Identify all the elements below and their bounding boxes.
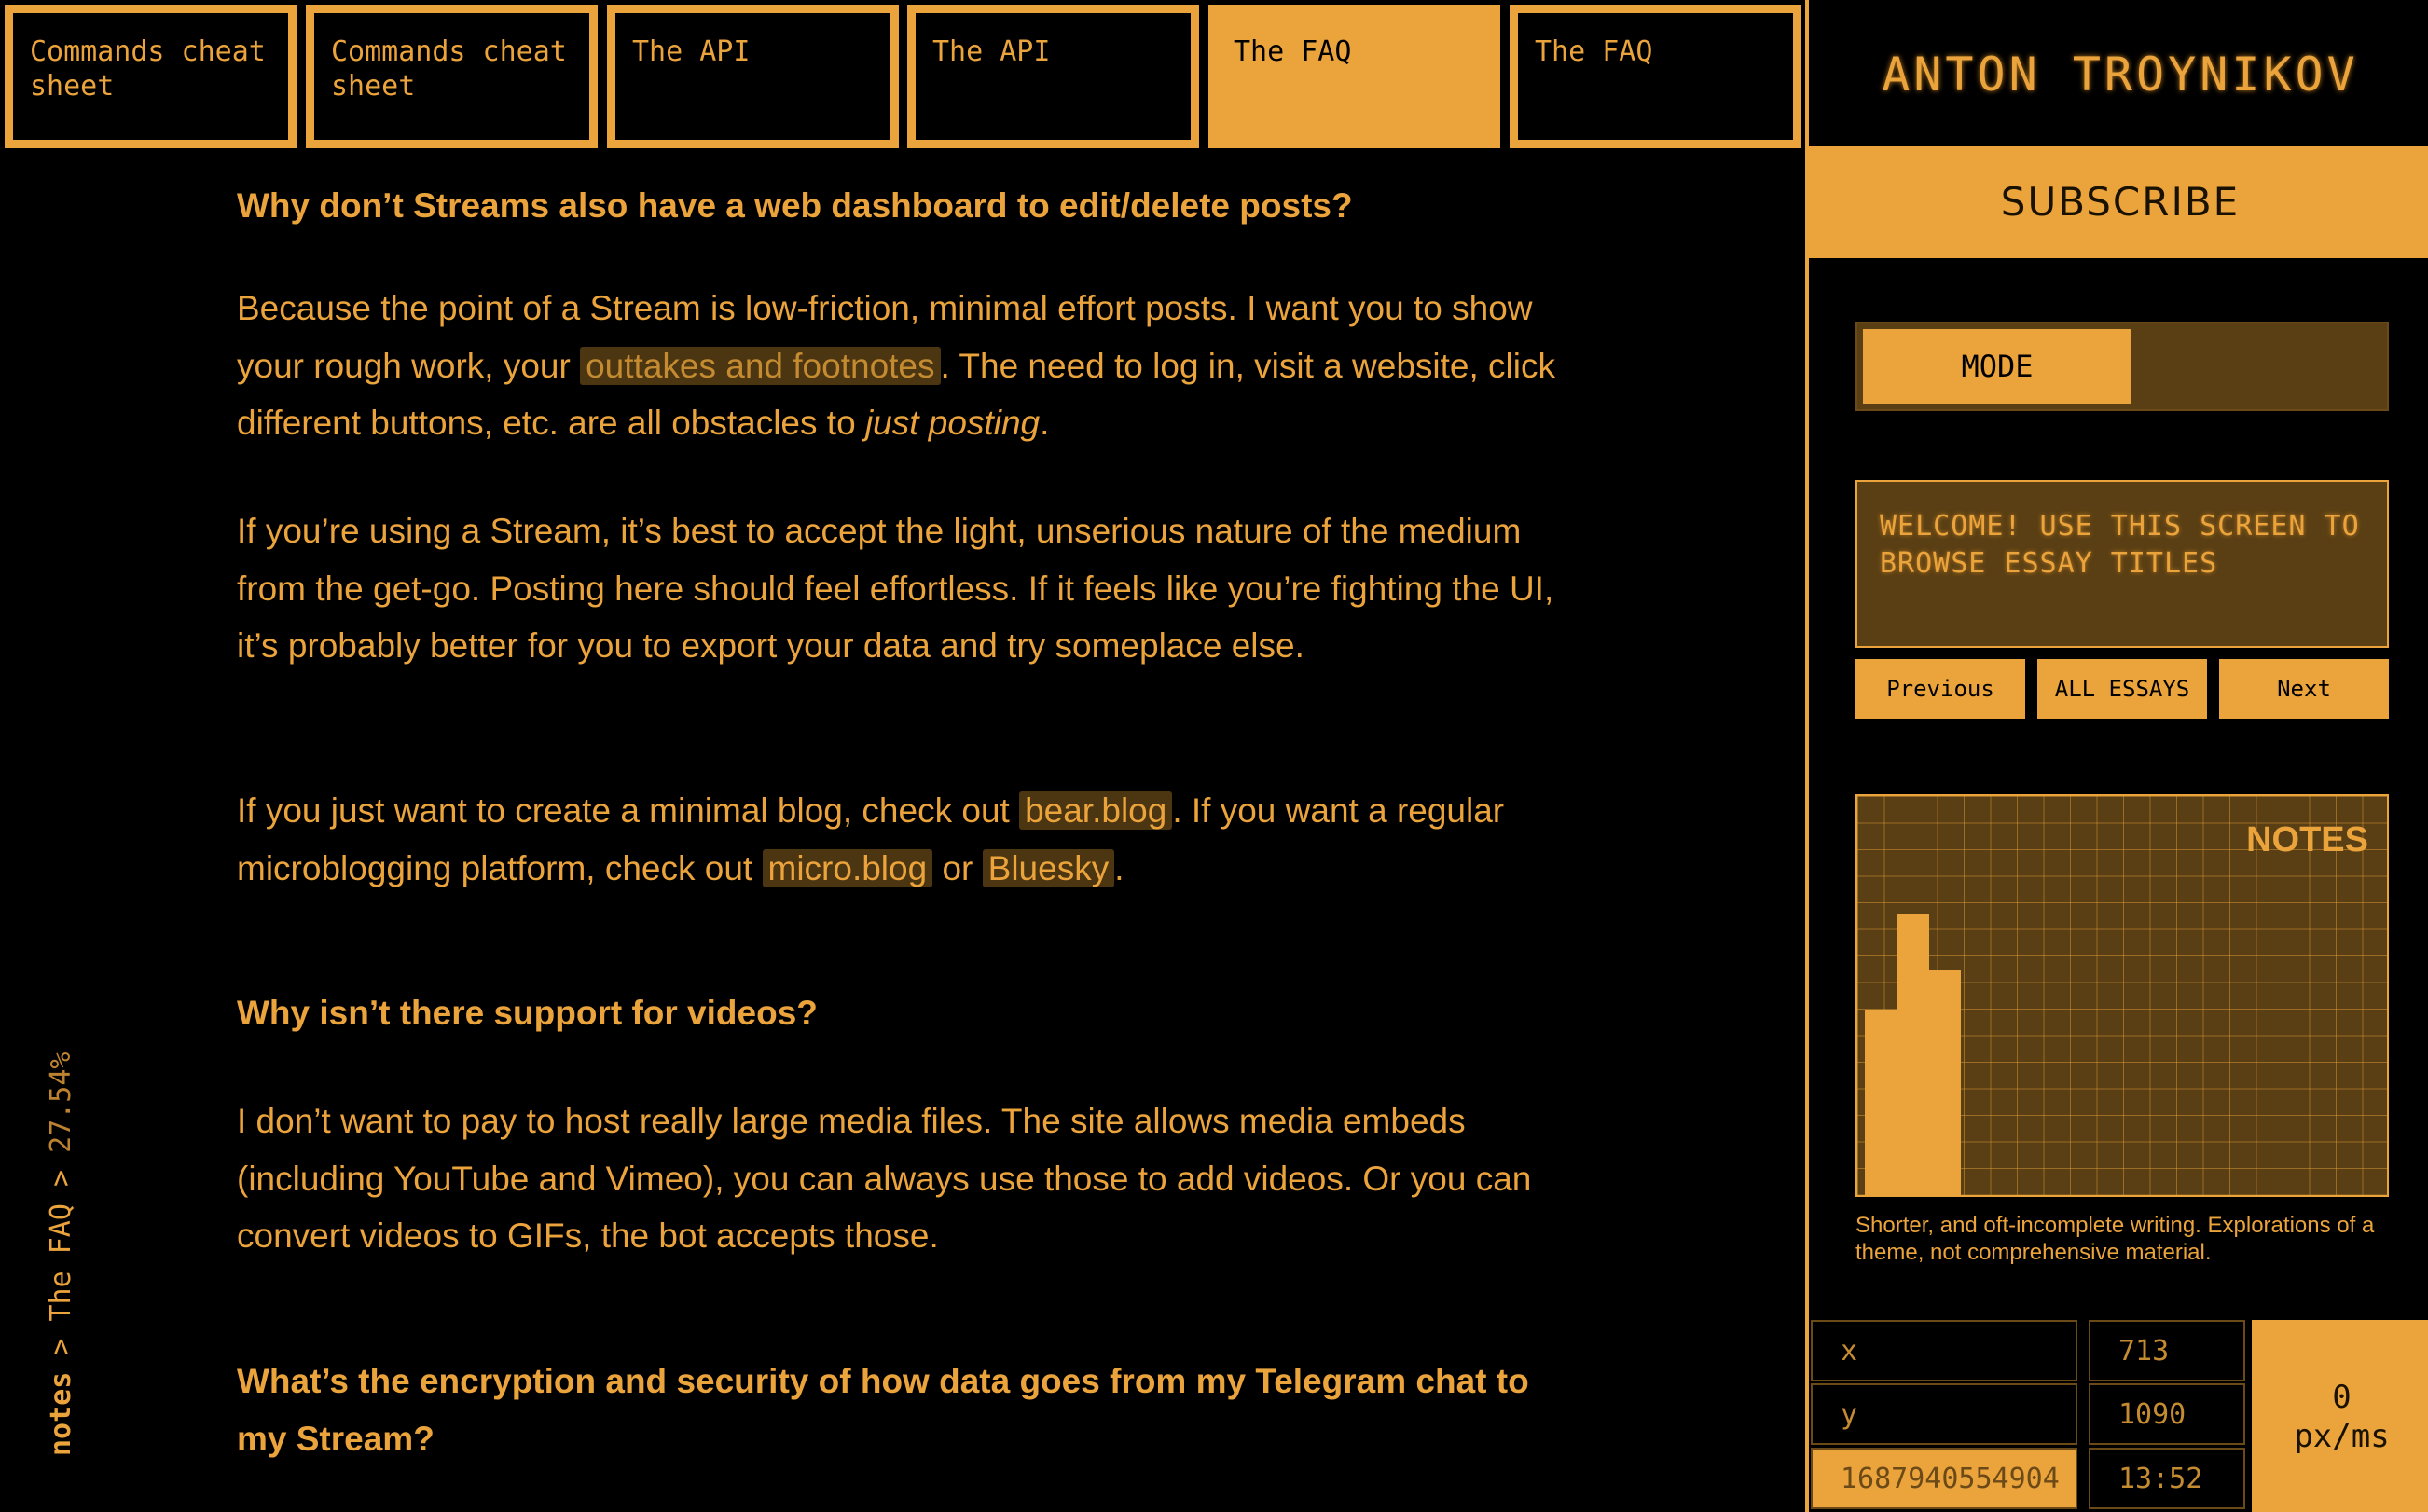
tab-bar: Commands cheat sheet Commands cheat shee… [5, 5, 1804, 148]
y-value: 1090 [2089, 1383, 2245, 1445]
all-essays-button[interactable]: ALL ESSAYS [2037, 659, 2207, 719]
answer-text: If you just want to create a minimal blo… [237, 791, 1020, 830]
breadcrumb: notes > The FAQ > 27.54% [45, 1052, 77, 1457]
mode-button[interactable]: MODE [1863, 329, 2131, 404]
faq-answer-dashboard: Because the point of a Stream is low-fri… [237, 280, 1580, 452]
bear-blog-link[interactable]: bear.blog [1019, 791, 1173, 830]
tab-the-faq-2[interactable]: The FAQ [1510, 5, 1801, 148]
breadcrumb-separator: > [45, 1152, 77, 1204]
reading-progress: 27.54% [45, 1052, 77, 1153]
micro-blog-link[interactable]: micro.blog [762, 848, 933, 887]
tab-the-api-2[interactable]: The API [907, 5, 1199, 148]
outtakes-link[interactable]: outtakes and footnotes [580, 346, 941, 385]
answer-text: . [1114, 848, 1124, 887]
faq-answer-unserious: If you’re using a Stream, it’s best to a… [237, 512, 1554, 665]
essay-browser-screen: WELCOME! USE THIS SCREEN TO BROWSE ESSAY… [1855, 480, 2389, 648]
breadcrumb-page: The FAQ [45, 1203, 77, 1322]
x-value: 713 [2089, 1320, 2245, 1381]
clock-time: 13:52 [2089, 1448, 2245, 1509]
tab-the-faq-active[interactable]: The FAQ [1208, 5, 1500, 148]
answer-text: or [932, 848, 983, 887]
y-label: y [1811, 1383, 2077, 1445]
notes-graph[interactable]: NOTES [1855, 794, 2389, 1197]
tab-commands-cheat-sheet-1[interactable]: Commands cheat sheet [5, 5, 297, 148]
mode-toggle[interactable]: MODE [1855, 322, 2389, 411]
sidebar: ANTON TROYNIKOV SUBSCRIBE MODE WELCOME! … [1805, 0, 2428, 1512]
faq-question-encryption: What’s the encryption and security of ho… [237, 1362, 1529, 1458]
answer-text: . [1040, 404, 1050, 442]
graph-bar [1912, 914, 1929, 1195]
graph-label: NOTES [2246, 820, 2368, 859]
speed-value: 0 [2332, 1379, 2352, 1416]
next-button[interactable]: Next [2219, 659, 2389, 719]
site-brand[interactable]: ANTON TROYNIKOV [1809, 0, 2428, 146]
breadcrumb-separator: > [45, 1321, 77, 1372]
bluesky-link[interactable]: Bluesky [982, 848, 1115, 887]
graph-bar [1897, 914, 1913, 1195]
timestamp: 1687940554904 [1811, 1448, 2077, 1509]
subscribe-button[interactable]: SUBSCRIBE [1809, 146, 2428, 258]
faq-answer-alternatives: If you just want to create a minimal blo… [237, 782, 1580, 897]
previous-button[interactable]: Previous [1855, 659, 2025, 719]
tab-the-api-1[interactable]: The API [607, 5, 899, 148]
breadcrumb-section[interactable]: notes [45, 1372, 77, 1456]
cursor-speed: 0 px/ms [2252, 1320, 2428, 1512]
graph-bar [1944, 970, 1961, 1195]
graph-bar [1881, 1010, 1897, 1195]
x-label: x [1811, 1320, 2077, 1381]
answer-emphasis: just posting [864, 404, 1041, 442]
faq-question-dashboard: Why don’t Streams also have a web dashbo… [237, 186, 1353, 225]
speed-unit: px/ms [2294, 1418, 2390, 1455]
faq-question-videos: Why isn’t there support for videos? [237, 994, 818, 1032]
section-description: Shorter, and oft-incomplete writing. Exp… [1855, 1213, 2375, 1265]
tab-commands-cheat-sheet-2[interactable]: Commands cheat sheet [306, 5, 598, 148]
graph-bar [1865, 1010, 1882, 1195]
graph-bar [1928, 970, 1945, 1195]
faq-answer-videos: I don’t want to pay to host really large… [237, 1102, 1532, 1255]
